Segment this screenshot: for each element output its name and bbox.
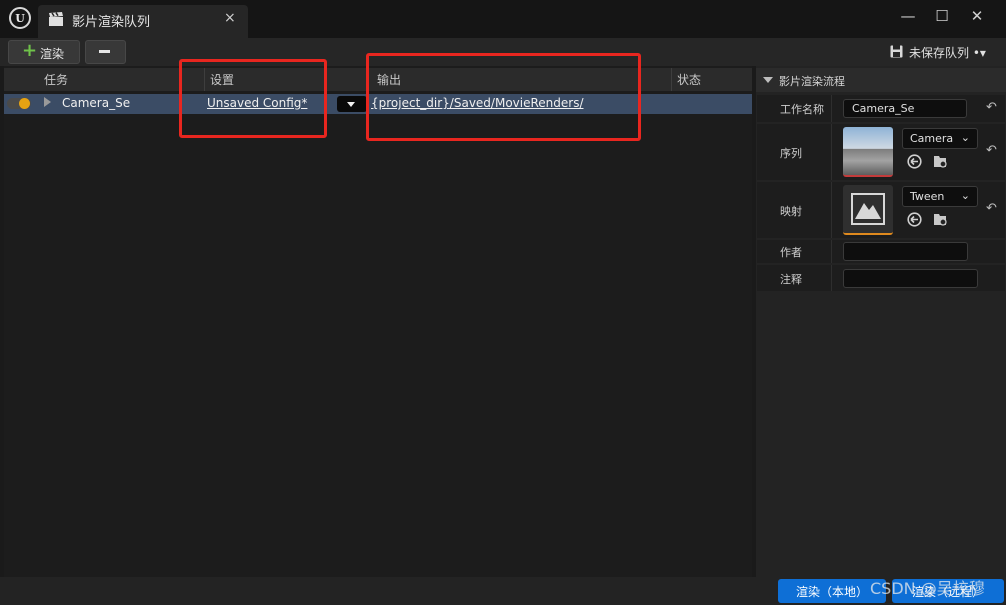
map-picker[interactable]: Tween ⌄ bbox=[902, 186, 978, 207]
collapse-arrow-icon[interactable] bbox=[763, 77, 773, 83]
annotation-box-settings bbox=[179, 59, 327, 138]
chevron-down-icon bbox=[347, 102, 355, 107]
save-queue-dropdown[interactable]: 未保存队列 •▾ bbox=[909, 44, 986, 61]
browse-asset-icon[interactable] bbox=[933, 212, 948, 227]
map-label: 映射 bbox=[780, 205, 802, 218]
reset-icon[interactable]: ↶ bbox=[986, 100, 997, 115]
sequence-value: Camera bbox=[910, 132, 954, 145]
save-icon[interactable] bbox=[890, 45, 903, 58]
chevron-down-icon: ⌄ bbox=[960, 131, 970, 144]
author-label: 作者 bbox=[780, 246, 802, 259]
row-divider bbox=[831, 240, 832, 263]
unreal-logo-icon: U bbox=[9, 7, 31, 29]
tab-title: 影片渲染队列 bbox=[72, 15, 151, 30]
map-asset-icon bbox=[851, 193, 885, 225]
status-dot-icon bbox=[19, 98, 30, 109]
comment-label: 注释 bbox=[780, 273, 802, 286]
map-value: Tween bbox=[910, 190, 945, 203]
author-field[interactable] bbox=[843, 242, 968, 261]
plus-icon: + bbox=[22, 40, 38, 61]
minus-icon bbox=[99, 50, 110, 53]
tab-close-icon[interactable]: × bbox=[224, 10, 236, 26]
use-selected-asset-icon[interactable] bbox=[907, 154, 922, 169]
details-title: 影片渲染流程 bbox=[779, 75, 845, 88]
sequence-thumbnail[interactable] bbox=[843, 127, 893, 177]
browse-asset-icon[interactable] bbox=[933, 154, 948, 169]
comment-field[interactable] bbox=[843, 269, 978, 288]
row-divider bbox=[831, 265, 832, 291]
row-divider bbox=[831, 182, 832, 238]
watermark: CSDN @吴校穆 bbox=[870, 579, 985, 598]
job-name: Camera_Se bbox=[62, 96, 131, 110]
maximize-button[interactable]: ☐ bbox=[927, 4, 957, 28]
close-window-button[interactable]: ✕ bbox=[962, 4, 992, 28]
row-divider bbox=[831, 124, 832, 180]
reset-icon[interactable]: ↶ bbox=[986, 143, 997, 158]
job-list-panel bbox=[4, 66, 752, 577]
sequence-picker[interactable]: Camera ⌄ bbox=[902, 128, 978, 149]
column-header-status[interactable]: 状态 bbox=[677, 71, 701, 88]
column-header-job[interactable]: 任务 bbox=[44, 71, 68, 88]
reset-icon[interactable]: ↶ bbox=[986, 201, 997, 216]
chevron-down-icon: ⌄ bbox=[960, 189, 970, 202]
column-divider[interactable] bbox=[671, 68, 672, 91]
sequence-label: 序列 bbox=[780, 147, 802, 160]
expand-arrow-icon[interactable] bbox=[44, 97, 51, 107]
job-name-field[interactable]: Camera_Se bbox=[843, 99, 967, 118]
job-name-label: 工作名称 bbox=[780, 103, 824, 116]
use-selected-asset-icon[interactable] bbox=[907, 212, 922, 227]
annotation-box-output bbox=[366, 53, 641, 141]
add-render-label: 渲染 bbox=[40, 47, 65, 61]
clapperboard-icon bbox=[49, 12, 63, 26]
minimize-button[interactable]: — bbox=[893, 4, 923, 28]
row-divider bbox=[831, 95, 832, 122]
